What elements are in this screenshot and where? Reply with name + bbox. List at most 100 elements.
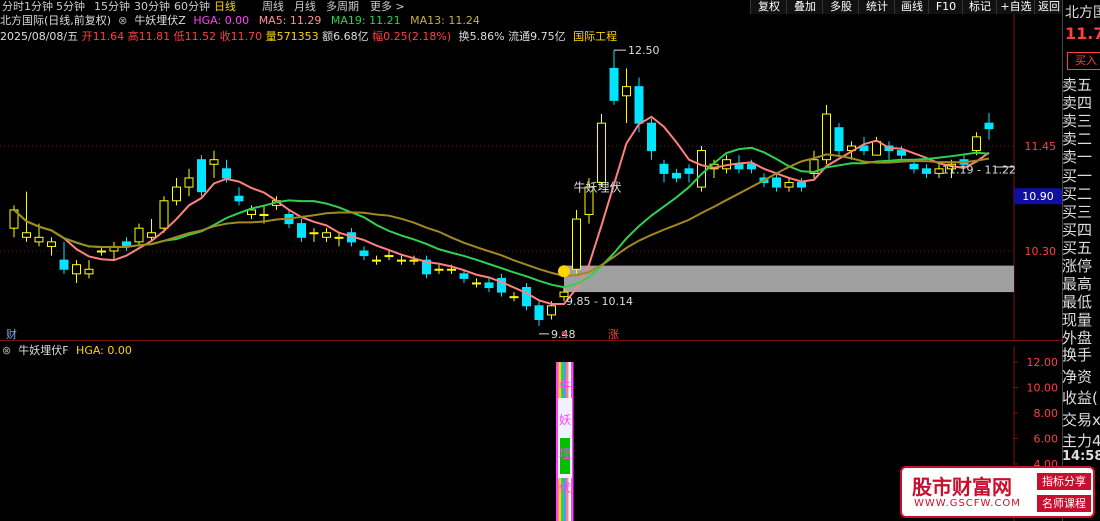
right-zone-label: 11.19 - 11.22	[942, 164, 1016, 177]
candle-body	[772, 177, 781, 188]
candle-body	[409, 259, 419, 262]
candle-body	[447, 268, 456, 271]
candle-body	[834, 127, 844, 152]
panel-divider	[0, 340, 1062, 341]
marker-cai[interactable]: 财	[6, 327, 17, 341]
sub-toggle-icon[interactable]: ⊗	[2, 344, 15, 357]
price-axis-label-1: 10.30	[1025, 245, 1057, 258]
sub-signal-char-1: 妖	[559, 413, 571, 427]
candle-body	[197, 159, 206, 193]
quote-amount: 额6.68亿	[322, 30, 369, 43]
support-zone	[564, 265, 1014, 293]
rp-item-5: 买一	[1062, 166, 1093, 185]
candle-body	[622, 86, 631, 97]
rp-item-13: 现量	[1062, 311, 1093, 330]
rp-item-3: 卖二	[1062, 130, 1093, 149]
candle-body	[159, 200, 169, 229]
candle-body	[897, 150, 906, 156]
sub-indicator-name[interactable]: 牛妖埋伏F	[18, 344, 68, 357]
rp-item-4: 卖一	[1062, 148, 1093, 167]
sub-axis-label-3: 6.00	[1034, 433, 1059, 446]
candle-body	[334, 236, 344, 239]
rp-time: 14:58	[1062, 449, 1100, 464]
candle-body	[47, 241, 56, 247]
sub-signal-char-0: 牛	[559, 378, 571, 393]
candle-body	[322, 232, 331, 238]
candle-body	[172, 186, 181, 202]
rp-item2-0: 换手	[1062, 346, 1093, 364]
candle-body	[134, 227, 144, 243]
rp-item-9: 买五	[1062, 238, 1093, 257]
header-line: 北方国际(日线,前复权) ⊗ 牛妖埋伏Z HGA: 0.00 MA5: 11.2…	[0, 14, 480, 28]
rp-item2-1: 净资	[1062, 367, 1093, 386]
rp-item-1: 卖四	[1062, 94, 1093, 113]
quote-close: 收11.70	[219, 30, 263, 43]
buy-button[interactable]: 买入	[1067, 52, 1100, 70]
candle-body	[147, 232, 156, 238]
candle-body	[797, 182, 806, 188]
candle-body	[659, 163, 669, 174]
candle-body	[734, 163, 744, 170]
candle-body	[572, 218, 581, 270]
sub-axis-label-0: 12.00	[1027, 356, 1059, 369]
rp-item2-3: 交易x	[1062, 410, 1100, 429]
candle-body	[509, 296, 519, 299]
hga-value: HGA: 0.00	[193, 14, 250, 27]
rp-item2-2: 收益(	[1062, 389, 1098, 407]
sub-panel-header: ⊗ 牛妖埋伏F HGA: 0.00	[2, 344, 132, 358]
rp-item-6: 买二	[1062, 184, 1093, 203]
candle-body	[359, 250, 369, 257]
watermark-title: 股市财富网	[912, 475, 1012, 499]
candle-body	[697, 150, 706, 188]
ma13-value: MA13: 11.24	[410, 14, 480, 27]
signal-text: 牛妖埋伏	[574, 180, 622, 195]
candle-body	[34, 236, 44, 243]
signal-face-icon	[558, 265, 570, 278]
candle-body	[184, 177, 194, 188]
candle-body	[209, 159, 219, 165]
candle-body	[297, 223, 306, 238]
quote-open: 开11.64	[81, 30, 125, 43]
quote-line: 2025/08/08/五 开11.64 高11.81 低11.52 收11.70…	[0, 30, 617, 44]
quote-date: 2025/08/08/五	[0, 30, 79, 43]
candle-body	[97, 250, 106, 253]
zone-label: 9.85 - 10.14	[566, 295, 633, 308]
rp-item-10: 涨停	[1062, 257, 1093, 275]
candle-body	[259, 213, 269, 216]
candle-body	[672, 172, 681, 179]
indicator-toggle-icon[interactable]: ⊗	[115, 14, 131, 27]
candle-body	[534, 305, 544, 320]
rp-item-14: 外盘	[1062, 329, 1093, 348]
candle-body	[72, 264, 81, 275]
candle-body	[222, 168, 231, 179]
candle-body	[609, 67, 619, 101]
candle-body	[784, 182, 794, 188]
candle-body	[247, 209, 256, 215]
candle-body	[22, 232, 31, 238]
candle-body	[472, 282, 481, 285]
rp-item-11: 最高	[1062, 275, 1093, 294]
rp-item-8: 买四	[1062, 220, 1093, 239]
candle-body	[59, 259, 69, 270]
candle-body	[634, 86, 644, 124]
candle-body	[484, 282, 494, 289]
indicator-name[interactable]: 牛妖埋伏Z	[134, 14, 186, 27]
quote-sector[interactable]: 国际工程	[573, 30, 617, 43]
quote-float: 流通9.75亿	[508, 30, 566, 43]
watermark-tag-2: 名师课程	[1037, 495, 1091, 512]
candle-body	[684, 168, 694, 174]
rp-item-0: 卖五	[1062, 76, 1093, 94]
candle-body	[872, 140, 881, 156]
kline-chart: 11.4510.3010.9012.509.489.85 - 10.1411.1…	[0, 14, 1062, 521]
candle-body	[372, 259, 381, 262]
ma19-value: MA19: 11.21	[330, 14, 401, 27]
quote-high: 高11.81	[127, 30, 171, 43]
candle-body	[84, 268, 94, 275]
quote-turnover: 换5.86%	[458, 30, 505, 43]
candle-body	[922, 168, 931, 174]
candle-body	[459, 273, 469, 279]
candle-body	[597, 122, 606, 184]
price-axis-label-0: 11.45	[1025, 140, 1057, 153]
rp-stock-name: 北方国	[1065, 5, 1100, 21]
current-price-tag: 10.90	[1022, 190, 1054, 203]
